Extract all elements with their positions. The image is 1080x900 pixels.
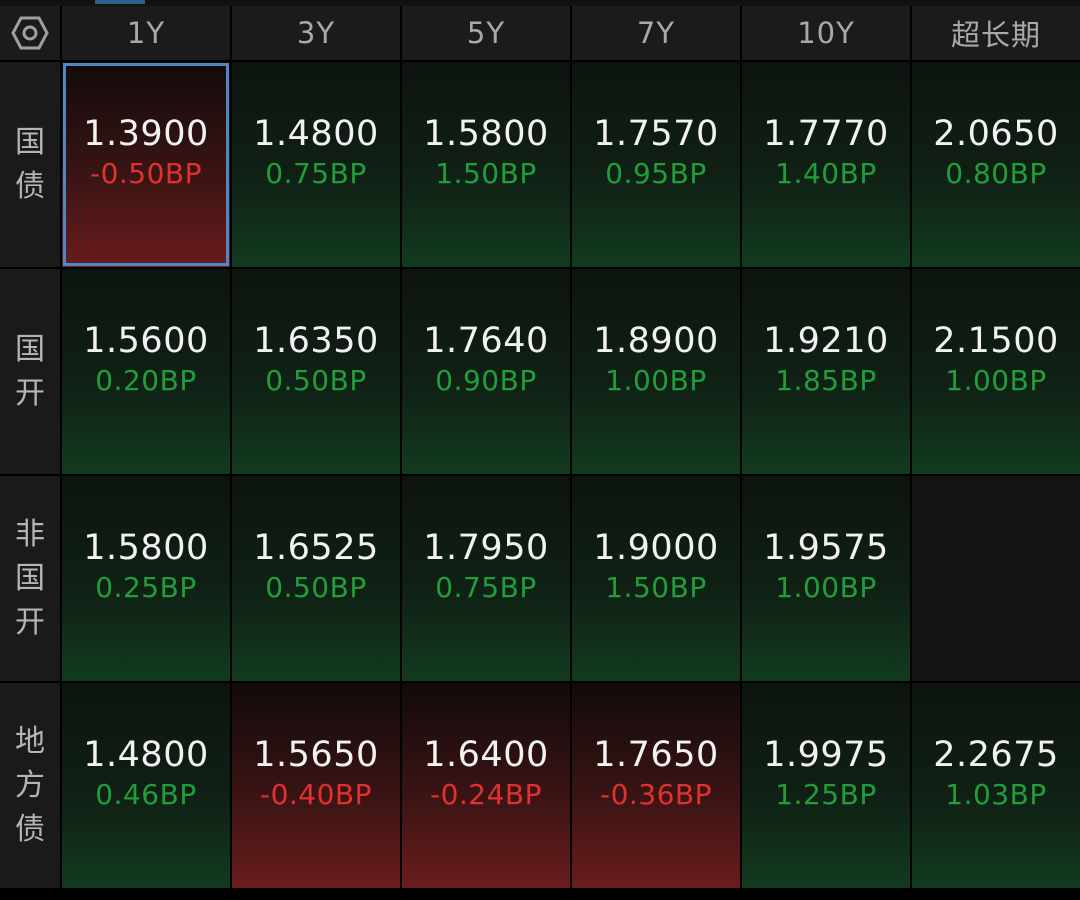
quote-cell-treasury-5y[interactable]: 1.5800 1.50BP (402, 62, 570, 267)
yield-value: 1.5600 (83, 321, 209, 361)
yield-value: 1.9210 (763, 321, 889, 361)
quote-cell-treasury-1y[interactable]: 1.3900 -0.50BP (62, 62, 230, 267)
quote-cell-non-cdb-5y[interactable]: 1.7950 0.75BP (402, 476, 570, 681)
yield-change: 1.03BP (945, 778, 1047, 811)
yield-change: 0.90BP (435, 364, 537, 397)
quote-cell-local-gov-7y[interactable]: 1.7650 -0.36BP (572, 683, 740, 888)
column-header-3y[interactable]: 3Y (232, 6, 400, 60)
yield-change: -0.36BP (599, 778, 713, 811)
yield-value: 2.0650 (933, 114, 1059, 154)
yield-value: 1.9575 (763, 528, 889, 568)
yield-change: 1.40BP (775, 157, 877, 190)
bottom-strip (0, 888, 1080, 900)
yield-value: 2.2675 (933, 735, 1059, 775)
yield-change: 0.25BP (95, 571, 197, 604)
yield-value: 1.9975 (763, 735, 889, 775)
yield-value: 1.7650 (593, 735, 719, 775)
row-label-local-gov[interactable]: 地 方 债 (0, 683, 60, 888)
quote-cell-cdb-5y[interactable]: 1.7640 0.90BP (402, 269, 570, 474)
quote-cell-cdb-ultra-long[interactable]: 2.1500 1.00BP (912, 269, 1080, 474)
yield-value: 1.6400 (423, 735, 549, 775)
row-label-cdb[interactable]: 国 开 (0, 269, 60, 474)
yield-change: 0.46BP (95, 778, 197, 811)
yield-value: 1.6525 (253, 528, 379, 568)
row-label-non-cdb[interactable]: 非 国 开 (0, 476, 60, 681)
yield-change: -0.50BP (89, 157, 203, 190)
quote-cell-cdb-10y[interactable]: 1.9210 1.85BP (742, 269, 910, 474)
yield-value: 1.7770 (763, 114, 889, 154)
quote-cell-treasury-10y[interactable]: 1.7770 1.40BP (742, 62, 910, 267)
row-label-treasury[interactable]: 国 债 (0, 62, 60, 267)
yield-change: 1.00BP (945, 364, 1047, 397)
yield-grid: 1Y 3Y 5Y 7Y 10Y 超长期 国 债 1.3900 -0.50BP 1.48… (0, 6, 1080, 888)
column-header-1y[interactable]: 1Y (62, 6, 230, 60)
yield-change: 0.75BP (435, 571, 537, 604)
column-header-ultra-long[interactable]: 超长期 (912, 6, 1080, 60)
quote-cell-local-gov-ultra-long[interactable]: 2.2675 1.03BP (912, 683, 1080, 888)
yield-value: 1.9000 (593, 528, 719, 568)
yield-value: 1.7950 (423, 528, 549, 568)
hexagon-settings-icon (11, 16, 49, 50)
yield-value: 1.5800 (423, 114, 549, 154)
quote-cell-local-gov-3y[interactable]: 1.5650 -0.40BP (232, 683, 400, 888)
yield-change: 1.00BP (775, 571, 877, 604)
quote-cell-treasury-3y[interactable]: 1.4800 0.75BP (232, 62, 400, 267)
yield-change: 0.50BP (265, 364, 367, 397)
quote-cell-treasury-ultra-long[interactable]: 2.0650 0.80BP (912, 62, 1080, 267)
settings-button[interactable] (0, 6, 60, 60)
yield-change: 1.00BP (605, 364, 707, 397)
quote-cell-cdb-3y[interactable]: 1.6350 0.50BP (232, 269, 400, 474)
yield-change: 0.80BP (945, 157, 1047, 190)
yield-value: 2.1500 (933, 321, 1059, 361)
yield-value: 1.5800 (83, 528, 209, 568)
quote-cell-local-gov-10y[interactable]: 1.9975 1.25BP (742, 683, 910, 888)
quote-cell-non-cdb-ultra-long (912, 476, 1080, 681)
quote-cell-treasury-7y[interactable]: 1.7570 0.95BP (572, 62, 740, 267)
yield-change: 1.50BP (435, 157, 537, 190)
quote-cell-cdb-7y[interactable]: 1.8900 1.00BP (572, 269, 740, 474)
yield-value: 1.3900 (83, 114, 209, 154)
yield-change: 0.20BP (95, 364, 197, 397)
yield-value: 1.6350 (253, 321, 379, 361)
yield-value: 1.8900 (593, 321, 719, 361)
yield-change: 1.25BP (775, 778, 877, 811)
yield-value: 1.7570 (593, 114, 719, 154)
quote-cell-local-gov-1y[interactable]: 1.4800 0.46BP (62, 683, 230, 888)
yield-value: 1.5650 (253, 735, 379, 775)
yield-change: 0.95BP (605, 157, 707, 190)
quote-cell-cdb-1y[interactable]: 1.5600 0.20BP (62, 269, 230, 474)
quote-cell-non-cdb-10y[interactable]: 1.9575 1.00BP (742, 476, 910, 681)
yield-change: 0.75BP (265, 157, 367, 190)
yield-change: 0.50BP (265, 571, 367, 604)
column-header-10y[interactable]: 10Y (742, 6, 910, 60)
yield-curve-board: 1Y 3Y 5Y 7Y 10Y 超长期 国 债 1.3900 -0.50BP 1.48… (0, 0, 1080, 900)
quote-cell-local-gov-5y[interactable]: 1.6400 -0.24BP (402, 683, 570, 888)
yield-change: -0.40BP (259, 778, 373, 811)
yield-value: 1.4800 (253, 114, 379, 154)
column-header-7y[interactable]: 7Y (572, 6, 740, 60)
yield-value: 1.4800 (83, 735, 209, 775)
tab-indicator (95, 0, 145, 4)
quote-cell-non-cdb-3y[interactable]: 1.6525 0.50BP (232, 476, 400, 681)
quote-cell-non-cdb-1y[interactable]: 1.5800 0.25BP (62, 476, 230, 681)
yield-change: 1.85BP (775, 364, 877, 397)
yield-value: 1.7640 (423, 321, 549, 361)
quote-cell-non-cdb-7y[interactable]: 1.9000 1.50BP (572, 476, 740, 681)
yield-change: 1.50BP (605, 571, 707, 604)
yield-change: -0.24BP (429, 778, 543, 811)
column-header-5y[interactable]: 5Y (402, 6, 570, 60)
